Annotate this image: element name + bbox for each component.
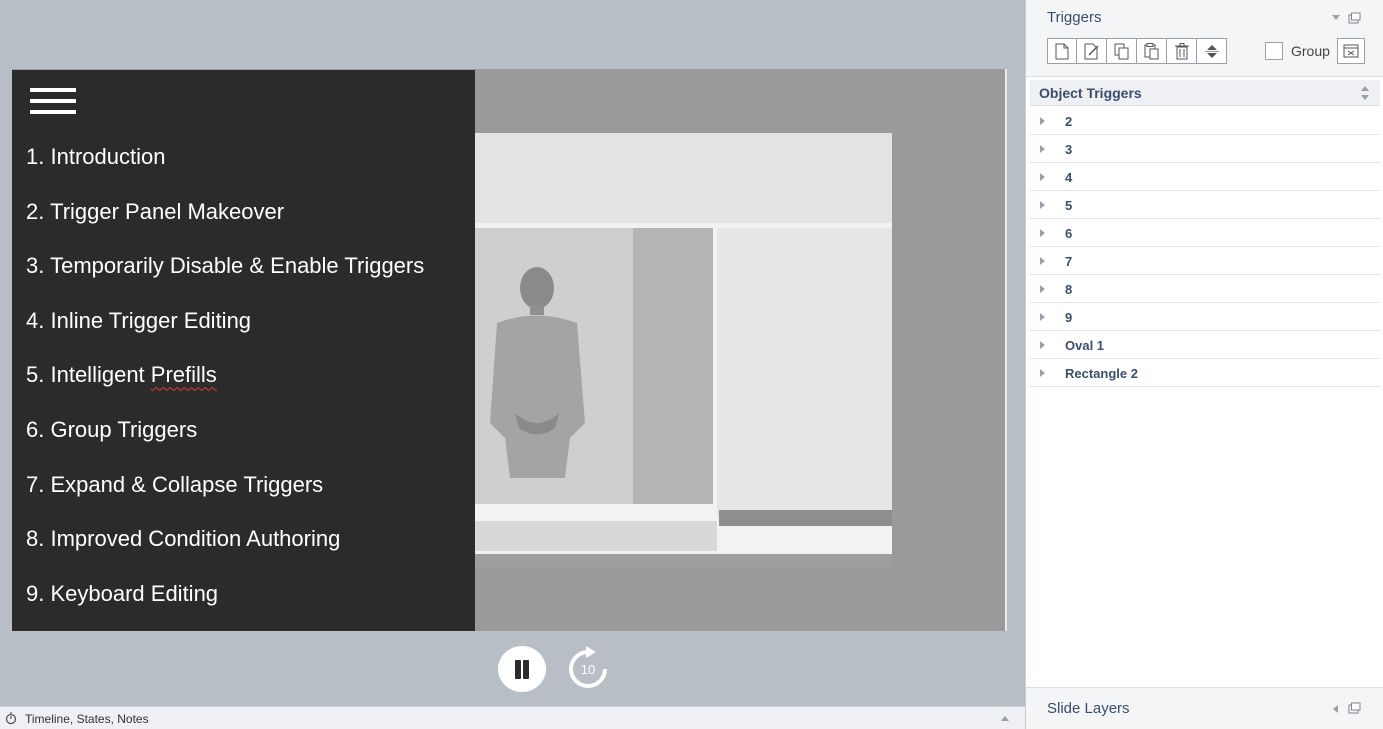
group-label: Group — [1291, 43, 1330, 59]
expand-up-icon[interactable] — [1001, 716, 1009, 721]
trigger-item[interactable]: Oval 1 — [1030, 331, 1380, 359]
replay-10-button[interactable]: 10 — [564, 646, 612, 692]
expand-arrow-icon[interactable] — [1040, 257, 1045, 265]
edit-trigger-icon — [1084, 43, 1099, 59]
sort-icon[interactable] — [1360, 85, 1370, 101]
trigger-item[interactable]: 2 — [1030, 107, 1380, 135]
paste-button[interactable] — [1137, 38, 1167, 64]
expand-arrow-icon[interactable] — [1040, 369, 1045, 377]
bottom-statusbar: Timeline, States, Notes — [0, 706, 1025, 729]
timeline-icon — [5, 712, 17, 725]
move-up-down-icon — [1204, 44, 1219, 58]
triggers-toolbar — [1047, 38, 1227, 64]
panel-dropdown-icon[interactable] — [1331, 12, 1341, 22]
object-triggers-title: Object Triggers — [1039, 85, 1142, 101]
triggers-panel: Triggers Group Object Triggers 2 3 4 5 6… — [1025, 0, 1383, 729]
embedded-timeline — [475, 521, 717, 551]
float-window-icon[interactable] — [1348, 702, 1361, 714]
embedded-layer-bar — [719, 510, 892, 526]
expand-arrow-icon[interactable] — [1040, 117, 1045, 125]
edit-trigger-button[interactable] — [1077, 38, 1107, 64]
expand-arrow-icon[interactable] — [1040, 229, 1045, 237]
trigger-item[interactable]: 3 — [1030, 135, 1380, 163]
slide-menu: 1. Introduction 2. Trigger Panel Makeove… — [12, 70, 475, 631]
embedded-screenshot — [475, 133, 892, 568]
object-triggers-header[interactable]: Object Triggers — [1030, 80, 1380, 106]
trigger-item[interactable]: 6 — [1030, 219, 1380, 247]
delete-icon — [1174, 42, 1189, 59]
group-checkbox[interactable] — [1265, 42, 1283, 60]
triggers-panel-title: Triggers — [1047, 9, 1102, 26]
copy-icon — [1114, 43, 1128, 59]
expand-arrow-icon[interactable] — [1040, 341, 1045, 349]
expand-arrow-icon[interactable] — [1040, 201, 1045, 209]
replay-seconds: 10 — [581, 662, 595, 677]
trigger-item[interactable]: 8 — [1030, 275, 1380, 303]
embedded-stage-margin — [633, 228, 713, 504]
collapse-left-icon[interactable] — [1331, 704, 1339, 714]
menu-item-inline-trigger-editing[interactable]: 4. Inline Trigger Editing — [26, 306, 424, 361]
trigger-item[interactable]: 9 — [1030, 303, 1380, 331]
menu-list: 1. Introduction 2. Trigger Panel Makeove… — [26, 142, 424, 633]
menu-item-group-triggers[interactable]: 6. Group Triggers — [26, 415, 424, 470]
trigger-item[interactable]: Rectangle 2 — [1030, 359, 1380, 387]
delete-button[interactable] — [1167, 38, 1197, 64]
menu-item-introduction[interactable]: 1. Introduction — [26, 142, 424, 197]
new-trigger-button[interactable] — [1047, 38, 1077, 64]
paste-icon — [1144, 42, 1158, 59]
expand-arrow-icon[interactable] — [1040, 313, 1045, 321]
timeline-states-notes-label[interactable]: Timeline, States, Notes — [25, 712, 149, 726]
trigger-item[interactable]: 5 — [1030, 191, 1380, 219]
expand-arrow-icon[interactable] — [1040, 285, 1045, 293]
embedded-triggers-panel — [717, 228, 892, 518]
menu-item-condition-authoring[interactable]: 8. Improved Condition Authoring — [26, 524, 424, 579]
presenter-image — [490, 267, 585, 478]
trigger-list: 2 3 4 5 6 7 8 9 Oval 1 Rectangle 2 — [1030, 107, 1380, 387]
trigger-item[interactable]: 4 — [1030, 163, 1380, 191]
slide-canvas-area: 10 1. Introduction 2. Trigger Panel Make… — [0, 0, 1025, 706]
menu-item-intelligent-prefills[interactable]: 5. Intelligent Prefills — [26, 360, 424, 415]
embedded-statusbar — [475, 554, 892, 568]
menu-item-keyboard-editing[interactable]: 9. Keyboard Editing — [26, 579, 424, 634]
menu-item-trigger-panel-makeover[interactable]: 2. Trigger Panel Makeover — [26, 197, 424, 252]
menu-item-temporarily-disable[interactable]: 3. Temporarily Disable & Enable Triggers — [26, 251, 424, 306]
replay-10-icon: 10 — [569, 646, 607, 688]
group-window-icon — [1343, 44, 1359, 58]
triggers-panel-header: Triggers Group — [1026, 0, 1383, 77]
new-trigger-icon — [1055, 43, 1069, 59]
pause-button[interactable] — [498, 646, 546, 692]
float-window-icon[interactable] — [1348, 12, 1361, 24]
expand-arrow-icon[interactable] — [1040, 173, 1045, 181]
slide-layers-bar[interactable]: Slide Layers — [1026, 687, 1383, 729]
menu-item-expand-collapse[interactable]: 7. Expand & Collapse Triggers — [26, 470, 424, 525]
expand-arrow-icon[interactable] — [1040, 145, 1045, 153]
move-up-down-button[interactable] — [1197, 38, 1227, 64]
hamburger-menu-icon[interactable] — [30, 88, 76, 118]
slide-layers-title: Slide Layers — [1047, 700, 1130, 717]
copy-button[interactable] — [1107, 38, 1137, 64]
group-settings-button[interactable] — [1337, 38, 1365, 64]
embedded-ribbon — [475, 133, 892, 223]
trigger-item[interactable]: 7 — [1030, 247, 1380, 275]
